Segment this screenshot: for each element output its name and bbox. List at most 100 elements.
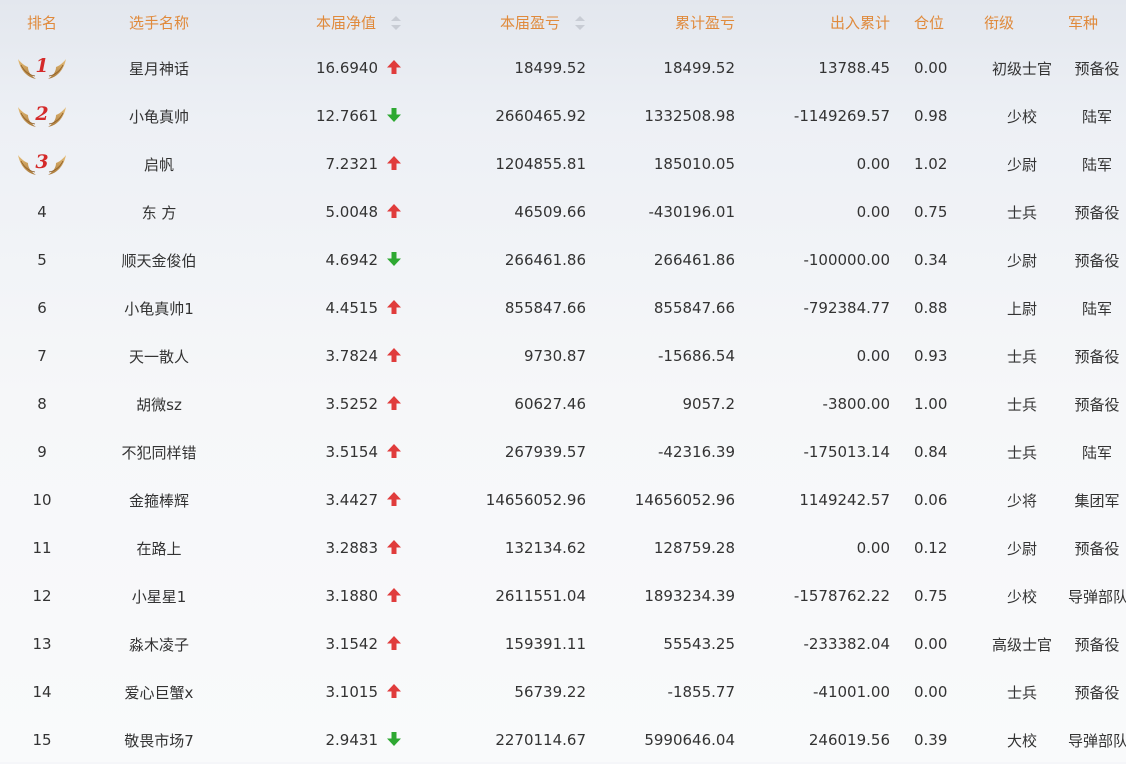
header-total-profit[interactable]: 累计盈亏 bbox=[594, 0, 742, 44]
table-row[interactable]: 8 胡微sz 3.5252 60627.46 9057.2 -3800.00 1… bbox=[0, 380, 1126, 428]
medal-rank-number: 3 bbox=[35, 151, 49, 173]
net-value-cell: 3.5252 bbox=[234, 380, 424, 428]
header-rank[interactable]: 排名 bbox=[0, 0, 84, 44]
header-position[interactable]: 仓位 bbox=[900, 0, 976, 44]
rank-number: 4 bbox=[37, 203, 47, 221]
player-name-label[interactable]: 淼木凌子 bbox=[129, 636, 189, 654]
header-title[interactable]: 衔级 bbox=[976, 0, 1068, 44]
profit-value: 56739.22 bbox=[514, 683, 586, 701]
player-name[interactable]: 启帆 bbox=[84, 140, 234, 188]
branch-cell: 预备役 bbox=[1068, 236, 1126, 284]
header-name[interactable]: 选手名称 bbox=[84, 0, 234, 44]
header-profit[interactable]: 本届盈亏 bbox=[424, 0, 594, 44]
player-name-label[interactable]: 东 方 bbox=[142, 204, 177, 222]
player-name-label[interactable]: 爱心巨蟹x bbox=[125, 684, 194, 702]
player-name-label[interactable]: 启帆 bbox=[144, 156, 174, 174]
profit-value: 855847.66 bbox=[504, 299, 586, 317]
table-row[interactable]: 2 小龟真帅 12.7661 2660465.92 1332508.98 -11… bbox=[0, 92, 1126, 140]
player-name[interactable]: 天一散人 bbox=[84, 332, 234, 380]
table-row[interactable]: 3 启帆 7.2321 1204855.81 185010.05 0.00 1.… bbox=[0, 140, 1126, 188]
header-flow-label: 出入累计 bbox=[829, 13, 890, 32]
table-row[interactable]: 6 小龟真帅1 4.4515 855847.66 855847.66 -7923… bbox=[0, 284, 1126, 332]
rank-cell: 5 bbox=[0, 236, 84, 284]
total-profit-cell: 266461.86 bbox=[594, 236, 742, 284]
player-name-label[interactable]: 胡微sz bbox=[136, 396, 182, 414]
player-name-label[interactable]: 敬畏市场7 bbox=[124, 732, 194, 750]
table-row[interactable]: 1 星月神话 16.6940 18499.52 18499.52 13788.4… bbox=[0, 44, 1126, 92]
title-cell: 士兵 bbox=[976, 188, 1068, 236]
flow-cell: 0.00 bbox=[742, 332, 900, 380]
player-name-label[interactable]: 天一散人 bbox=[129, 348, 189, 366]
table-row[interactable]: 14 爱心巨蟹x 3.1015 56739.22 -1855.77 -41001… bbox=[0, 668, 1126, 716]
player-name-label[interactable]: 顺天金俊伯 bbox=[121, 252, 196, 270]
player-name[interactable]: 敬畏市场7 bbox=[84, 716, 234, 764]
rank-number: 12 bbox=[32, 587, 52, 605]
player-name[interactable]: 顺天金俊伯 bbox=[84, 236, 234, 284]
position-cell: 0.34 bbox=[900, 236, 976, 284]
player-name-label[interactable]: 金箍棒辉 bbox=[129, 492, 189, 510]
player-name[interactable]: 金箍棒辉 bbox=[84, 476, 234, 524]
table-row[interactable]: 9 不犯同样错 3.5154 267939.57 -42316.39 -1750… bbox=[0, 428, 1126, 476]
net-value-cell: 3.4427 bbox=[234, 476, 424, 524]
player-name[interactable]: 在路上 bbox=[84, 524, 234, 572]
rank-number: 14 bbox=[32, 683, 52, 701]
table-row[interactable]: 13 淼木凌子 3.1542 159391.11 55543.25 -23338… bbox=[0, 620, 1126, 668]
total-profit-value: 55543.25 bbox=[663, 635, 735, 653]
flow-cell: -3800.00 bbox=[742, 380, 900, 428]
flow-cell: 0.00 bbox=[742, 188, 900, 236]
net-value: 3.2883 bbox=[325, 539, 379, 557]
header-branch[interactable]: 军种 bbox=[1068, 0, 1126, 44]
table-row[interactable]: 4 东 方 5.0048 46509.66 -430196.01 0.00 0.… bbox=[0, 188, 1126, 236]
branch-value: 导弹部队 bbox=[1068, 587, 1126, 606]
player-name[interactable]: 小星星1 bbox=[84, 572, 234, 620]
branch-cell: 预备役 bbox=[1068, 380, 1126, 428]
total-profit-value: 5990646.04 bbox=[644, 731, 735, 749]
table-row[interactable]: 15 敬畏市场7 2.9431 2270114.67 5990646.04 24… bbox=[0, 716, 1126, 764]
player-name-label[interactable]: 小龟真帅 bbox=[129, 108, 189, 126]
table-row[interactable]: 7 天一散人 3.7824 9730.87 -15686.54 0.00 0.9… bbox=[0, 332, 1126, 380]
position-cell: 1.02 bbox=[900, 140, 976, 188]
player-name[interactable]: 胡微sz bbox=[84, 380, 234, 428]
player-name[interactable]: 星月神话 bbox=[84, 44, 234, 92]
profit-value: 1204855.81 bbox=[495, 155, 586, 173]
flow-value: 0.00 bbox=[856, 539, 890, 557]
player-name[interactable]: 小龟真帅 bbox=[84, 92, 234, 140]
header-flow[interactable]: 出入累计 bbox=[742, 0, 900, 44]
rank-title: 士兵 bbox=[1006, 203, 1037, 222]
player-name-label[interactable]: 不犯同样错 bbox=[121, 444, 196, 462]
player-name-label[interactable]: 在路上 bbox=[136, 540, 181, 558]
flow-value: -233382.04 bbox=[803, 635, 890, 653]
player-name[interactable]: 小龟真帅1 bbox=[84, 284, 234, 332]
net-value-cell: 4.6942 bbox=[234, 236, 424, 284]
table-row[interactable]: 12 小星星1 3.1880 2611551.04 1893234.39 -15… bbox=[0, 572, 1126, 620]
flow-cell: 0.00 bbox=[742, 140, 900, 188]
sort-icon[interactable] bbox=[390, 16, 402, 30]
total-profit-cell: 9057.2 bbox=[594, 380, 742, 428]
branch-value: 陆军 bbox=[1081, 107, 1112, 126]
header-position-label: 仓位 bbox=[914, 13, 945, 32]
leaderboard: 排名 选手名称 本届净值 本届盈亏 累计盈亏 出入累计 仓位 衔级 军种 1 星… bbox=[0, 0, 1126, 762]
player-name[interactable]: 东 方 bbox=[84, 188, 234, 236]
player-name-label[interactable]: 小星星1 bbox=[132, 588, 187, 606]
profit-value: 2270114.67 bbox=[495, 731, 586, 749]
player-name-label[interactable]: 小龟真帅1 bbox=[124, 300, 194, 318]
rank-cell: 12 bbox=[0, 572, 84, 620]
table-row[interactable]: 11 在路上 3.2883 132134.62 128759.28 0.00 0… bbox=[0, 524, 1126, 572]
position-value: 0.75 bbox=[914, 203, 948, 221]
arrow-up-icon bbox=[378, 587, 402, 605]
table-row[interactable]: 10 金箍棒辉 3.4427 14656052.96 14656052.96 1… bbox=[0, 476, 1126, 524]
position-value: 0.06 bbox=[914, 491, 948, 509]
player-name-label[interactable]: 星月神话 bbox=[129, 60, 189, 78]
player-name[interactable]: 爱心巨蟹x bbox=[84, 668, 234, 716]
profit-value: 18499.52 bbox=[514, 59, 586, 77]
player-name[interactable]: 淼木凌子 bbox=[84, 620, 234, 668]
flow-value: -1578762.22 bbox=[793, 587, 890, 605]
sort-icon[interactable] bbox=[574, 16, 586, 30]
profit-value: 2611551.04 bbox=[495, 587, 586, 605]
header-net-value[interactable]: 本届净值 bbox=[234, 0, 424, 44]
net-value-cell: 3.1542 bbox=[234, 620, 424, 668]
flow-value: 13788.45 bbox=[818, 59, 890, 77]
flow-value: -41001.00 bbox=[813, 683, 890, 701]
table-row[interactable]: 5 顺天金俊伯 4.6942 266461.86 266461.86 -1000… bbox=[0, 236, 1126, 284]
player-name[interactable]: 不犯同样错 bbox=[84, 428, 234, 476]
